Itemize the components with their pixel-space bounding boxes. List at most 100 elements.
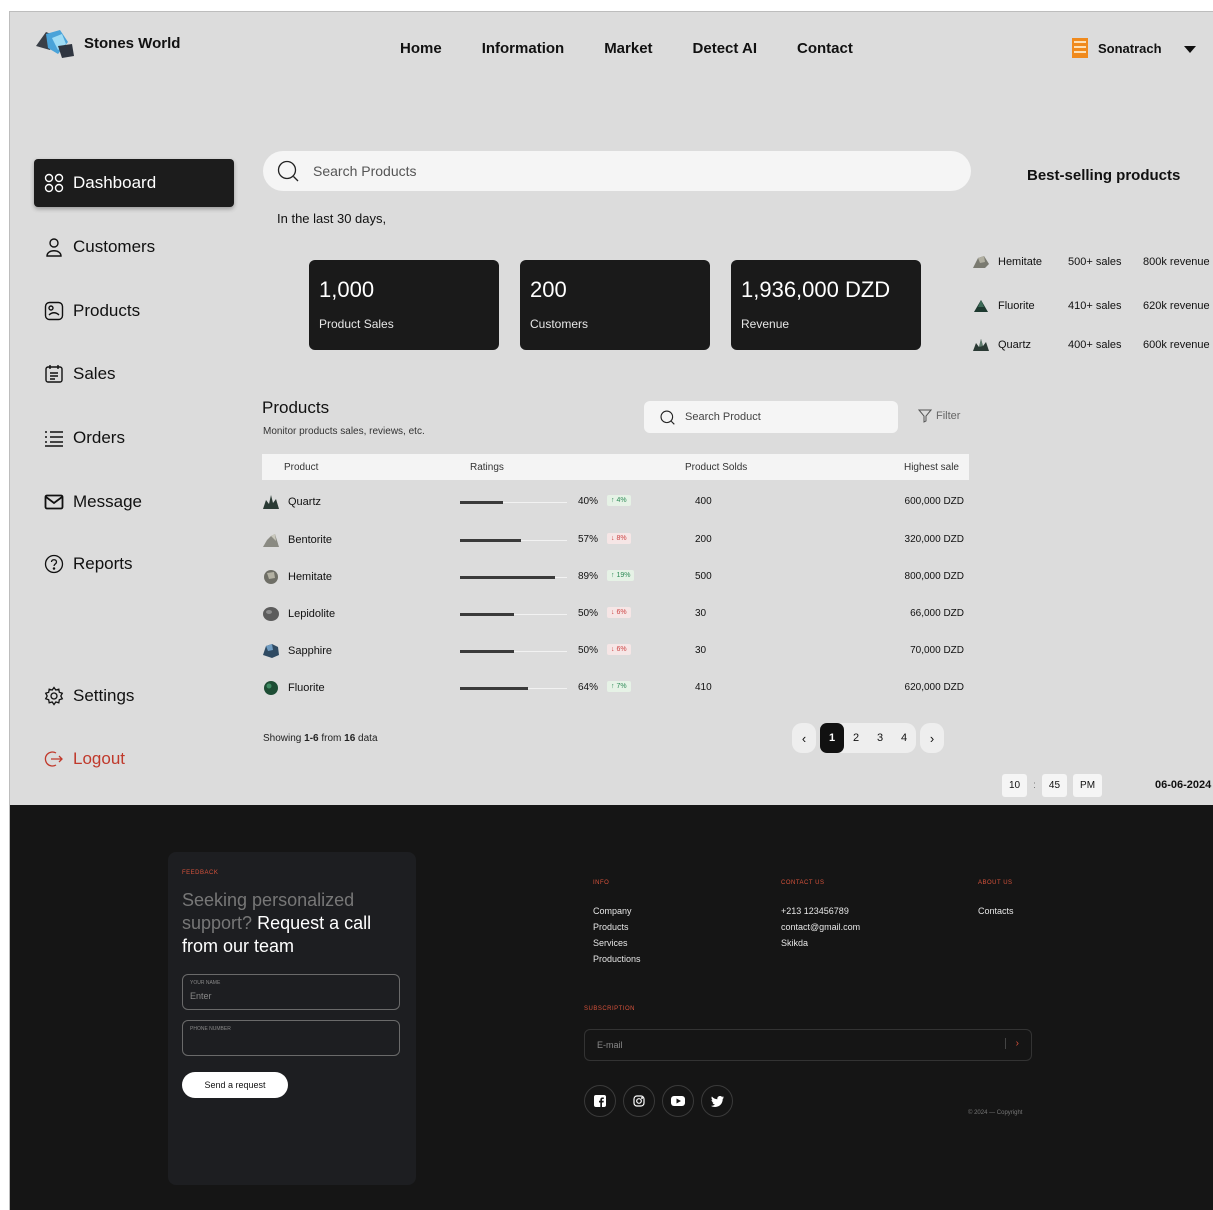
- table-header: Product Ratings Product Solds Highest sa…: [262, 454, 969, 480]
- hour-field[interactable]: 10: [1002, 774, 1028, 797]
- feedback-heading: Seeking personalized support? Request a …: [182, 889, 392, 958]
- rating-change-badge: ↓ 6%: [607, 607, 631, 618]
- footer-link-contacts[interactable]: Contacts: [978, 903, 1014, 919]
- name-field[interactable]: YOUR NAME: [182, 974, 400, 1010]
- nav-information[interactable]: Information: [482, 40, 565, 57]
- page-1-button[interactable]: 1: [820, 723, 844, 753]
- subscription-label: SUBSCRIPTION: [584, 1006, 636, 1012]
- table-row[interactable]: Bentorite 57% ↓ 8% 200 320,000 DZD: [262, 529, 969, 553]
- dashboard-app: Stones World Home Information Market Det…: [10, 12, 1213, 805]
- site-footer: FEEDBACK Seeking personalized support? R…: [10, 805, 1213, 1210]
- stat-label: Revenue: [741, 317, 790, 331]
- page-3-button[interactable]: 3: [868, 723, 892, 753]
- filter-button[interactable]: Filter: [918, 409, 960, 423]
- contact-phone[interactable]: +213 123456789: [781, 903, 860, 919]
- search-input[interactable]: [313, 163, 913, 179]
- chevron-right-icon[interactable]: ›: [1004, 1038, 1019, 1049]
- email-input[interactable]: [597, 1040, 987, 1050]
- filter-label: Filter: [936, 410, 961, 422]
- contact-email[interactable]: contact@gmail.com: [781, 919, 860, 935]
- phone-field[interactable]: PHONE NUMBER: [182, 1020, 400, 1056]
- footer-link-products[interactable]: Products: [593, 919, 641, 935]
- instagram-icon[interactable]: [623, 1085, 655, 1117]
- send-request-button[interactable]: Send a request: [182, 1072, 288, 1098]
- product-name: Fluorite: [288, 682, 325, 694]
- sidebar-item-label: Message: [73, 492, 142, 511]
- product-solds: 30: [695, 608, 707, 619]
- nav-contact[interactable]: Contact: [797, 40, 853, 57]
- hematite-stone-icon: [973, 256, 989, 268]
- product-name: Lepidolite: [288, 608, 336, 620]
- hematite-stone-icon: [264, 570, 278, 584]
- nav-detect-ai[interactable]: Detect AI: [693, 40, 757, 57]
- best-selling-item[interactable]: Hemitate 500+ sales 800k revenue: [972, 252, 1213, 272]
- twitter-icon[interactable]: [701, 1085, 733, 1117]
- minute-field[interactable]: 45: [1041, 774, 1068, 797]
- rating-change-badge: ↑ 7%: [607, 681, 631, 692]
- table-row[interactable]: Lepidolite 50% ↓ 6% 30 66,000 DZD: [262, 603, 969, 627]
- ampm-field[interactable]: PM: [1073, 774, 1103, 797]
- best-selling-name: Fluorite: [998, 300, 1035, 312]
- filter-icon: [918, 409, 932, 423]
- page-2-button[interactable]: 2: [844, 723, 868, 753]
- column-ratings: Ratings: [470, 462, 504, 473]
- prev-page-button[interactable]: ‹: [792, 723, 816, 753]
- sidebar-item-orders[interactable]: Orders: [34, 414, 234, 462]
- summary-range: 1-6: [304, 733, 319, 744]
- product-name: Sapphire: [288, 645, 333, 657]
- sidebar-item-customers[interactable]: Customers: [34, 223, 234, 271]
- rating-change-badge: ↑ 4%: [607, 495, 631, 506]
- contact-label: CONTACT US: [781, 880, 825, 886]
- summary-mid: from: [318, 733, 345, 744]
- chevron-down-icon[interactable]: [1183, 45, 1196, 53]
- name-input[interactable]: [190, 991, 390, 1001]
- sidebar-item-dashboard[interactable]: Dashboard: [34, 159, 234, 207]
- best-selling-item[interactable]: Quartz 400+ sales 600k revenue: [972, 335, 1213, 355]
- rating-bar: [460, 576, 567, 579]
- user-menu[interactable]: Sonatrach: [1072, 38, 1196, 58]
- sidebar-item-settings[interactable]: Settings: [34, 672, 234, 720]
- best-selling-item[interactable]: Fluorite 410+ sales 620k revenue: [972, 296, 1213, 316]
- nav-market[interactable]: Market: [604, 40, 652, 57]
- sidebar-item-sales[interactable]: Sales: [34, 350, 234, 398]
- logout-label: Logout: [73, 749, 125, 768]
- footer-link-productions[interactable]: Productions: [593, 951, 641, 967]
- product-name: Hemitate: [288, 571, 333, 583]
- page-frame: Stones World Home Information Market Det…: [9, 11, 1213, 1210]
- logout-button[interactable]: Logout: [34, 735, 234, 783]
- table-row[interactable]: Hemitate 89% ↑ 19% 500 800,000 DZD: [262, 566, 969, 590]
- table-row[interactable]: Sapphire 50% ↓ 6% 30 70,000 DZD: [262, 640, 969, 664]
- product-icon: [44, 301, 64, 321]
- sidebar-item-reports[interactable]: Reports: [34, 540, 234, 588]
- rating-change-badge: ↓ 8%: [607, 533, 631, 544]
- product-solds: 200: [695, 534, 712, 545]
- brand-logo[interactable]: Stones World: [32, 26, 180, 60]
- sidebar-item-products[interactable]: Products: [34, 287, 234, 335]
- time-picker: 10 : 45 PM: [1002, 774, 1103, 797]
- page-numbers: 1 2 3 4: [820, 723, 916, 753]
- rating-percent: 40%: [577, 496, 598, 507]
- footer-link-company[interactable]: Company: [593, 903, 641, 919]
- table-row[interactable]: Fluorite 64% ↑ 7% 410 620,000 DZD: [262, 677, 969, 701]
- main-nav: Home Information Market Detect AI Contac…: [400, 40, 893, 57]
- product-solds: 30: [695, 645, 707, 656]
- sidebar-item-message[interactable]: Message: [34, 478, 234, 526]
- company-logo-icon: [1072, 38, 1088, 58]
- next-page-button[interactable]: ›: [920, 723, 944, 753]
- pagination: ‹ 1 2 3 4 ›: [792, 723, 944, 753]
- highest-sale: 620,000 DZD: [904, 682, 964, 693]
- table-row[interactable]: Quartz 40% ↑ 4% 400 600,000 DZD: [262, 491, 969, 515]
- facebook-icon[interactable]: [584, 1085, 616, 1117]
- summary-prefix: Showing: [263, 733, 305, 744]
- page-4-button[interactable]: 4: [892, 723, 916, 753]
- product-search-input[interactable]: [685, 411, 885, 423]
- nav-home[interactable]: Home: [400, 40, 442, 57]
- phone-input[interactable]: [190, 1037, 390, 1047]
- email-subscribe: ›: [584, 1029, 1032, 1061]
- product-solds: 500: [695, 571, 712, 582]
- rating-bar-fill: [460, 687, 529, 690]
- best-selling-revenue: 800k revenue: [1143, 256, 1210, 268]
- footer-link-services[interactable]: Services: [593, 935, 641, 951]
- youtube-icon[interactable]: [662, 1085, 694, 1117]
- best-selling-sales: 400+ sales: [1068, 339, 1122, 351]
